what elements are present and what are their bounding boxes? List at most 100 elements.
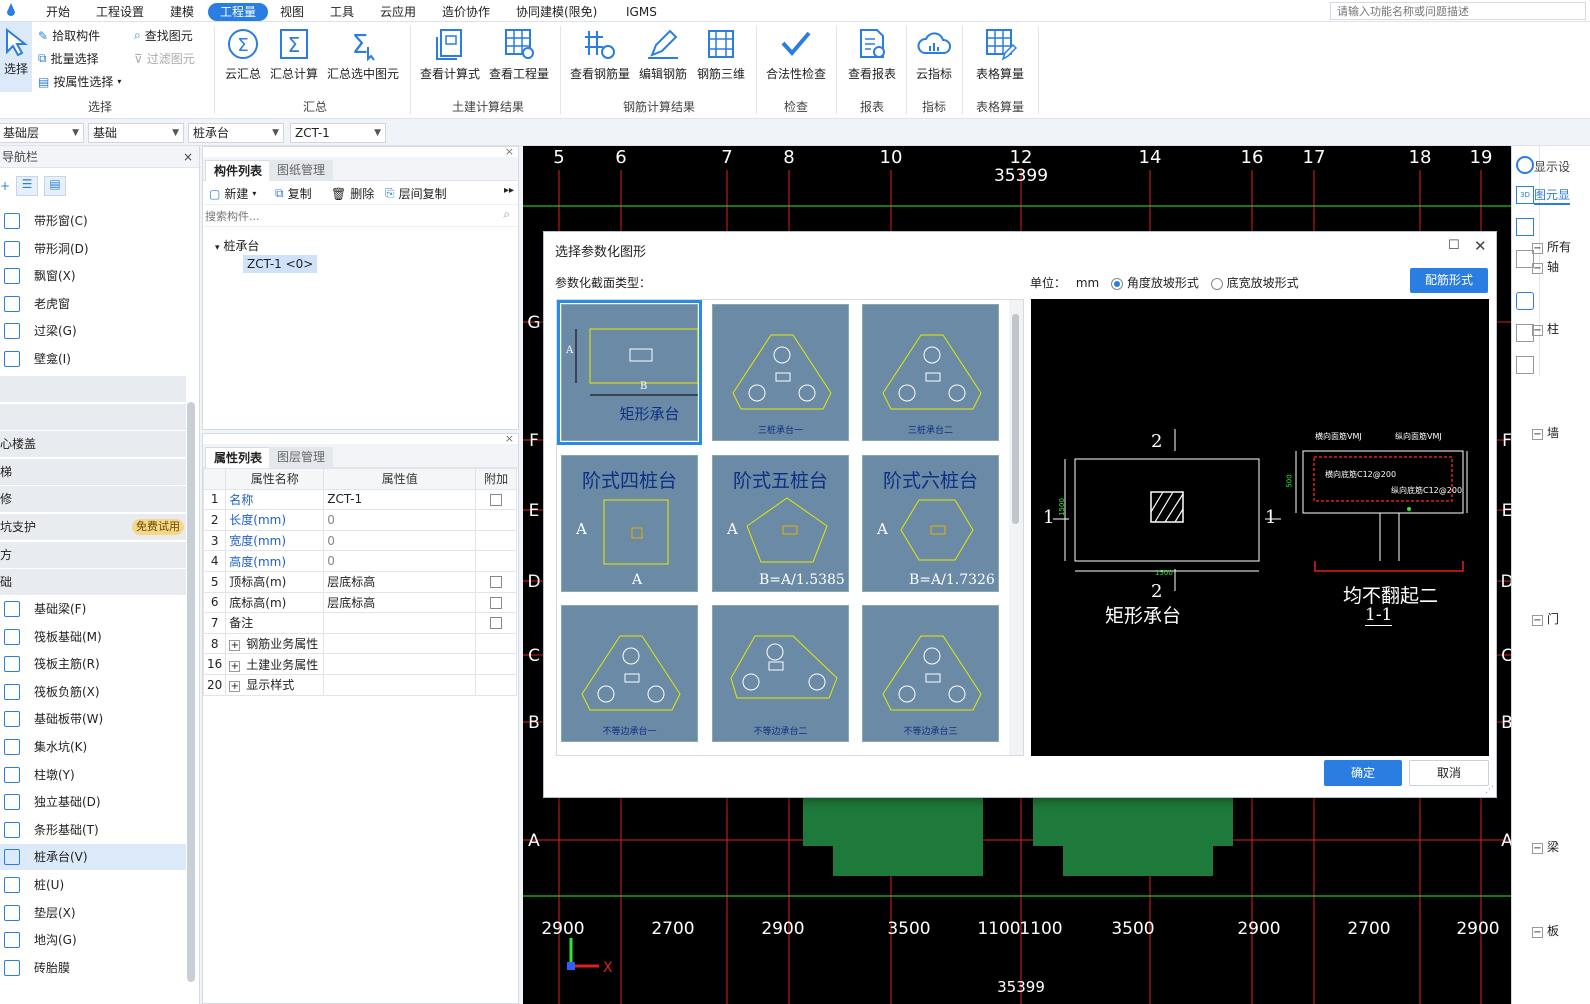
nav-item[interactable]: 带形洞(D) [0,236,186,262]
property-value[interactable]: 0 [323,529,477,552]
edit-rebar-button[interactable]: 编辑钢筋 [636,27,690,82]
radio-angle-slope[interactable] [1111,277,1124,290]
collapse-icon[interactable]: − [1532,325,1543,336]
display-item[interactable]: − 梁 [1532,838,1559,855]
property-row[interactable]: 6 底标高(m) 层底标高 [202,591,517,614]
display-item[interactable]: − 板 [1532,922,1559,939]
rebar-3d-button[interactable]: 钢筋三维 [694,27,748,82]
nav-category[interactable]: 梁 [0,376,186,402]
shape-thumb-tri1[interactable]: 三桩承台一 [712,304,849,441]
find-element-button[interactable]: ⌕ 查找图元 [134,27,193,44]
menu-igms[interactable]: IGMS [620,3,663,21]
shape-thumb-step5[interactable]: 阶式五桩台 A B=A/1.5385 [712,455,849,592]
menu-collab-modeling[interactable]: 协同建模(限免) [510,3,603,21]
nav-item[interactable]: 桩(U) [0,872,186,898]
radio-width-slope[interactable] [1210,277,1223,290]
menu-quantity[interactable]: 工程量 [208,3,269,21]
nav-item[interactable]: 壁龛(I) [0,346,186,372]
nav-item[interactable]: 集水坑(K) [0,734,186,760]
select-button[interactable]: 选择 [0,22,32,92]
property-row[interactable]: 16 + 土建业务属性 [202,653,517,675]
display-icon[interactable] [1516,356,1534,374]
menu-cost-collab[interactable]: 造价协作 [436,3,496,21]
nav-category[interactable]: 空心楼盖 [0,431,186,458]
attach-checkbox[interactable] [490,493,503,506]
legality-check-button[interactable]: 合法性检查 [764,27,828,82]
gallery-scrollbar-thumb[interactable] [1012,314,1019,524]
menu-modeling[interactable]: 建模 [164,3,200,21]
property-value[interactable] [323,632,477,655]
filter-element-button[interactable]: ⊽ 过滤图元 [134,50,195,67]
floor-copy-button[interactable]: ⎘ 层间复制 [385,185,447,202]
property-value[interactable] [323,673,477,696]
display-item[interactable]: − 轴 [1532,258,1559,275]
menu-project-settings[interactable]: 工程设置 [90,3,150,21]
collapse-icon[interactable]: − [1532,615,1543,626]
collapse-icon[interactable]: − [1532,429,1543,440]
nav-item[interactable]: 垫层(X) [0,900,186,926]
component-search-input[interactable] [205,207,495,225]
property-row[interactable]: 7 备注 [202,612,517,634]
nav-item[interactable]: 筏板基础(M) [0,624,186,650]
property-row[interactable]: 20 + 显示样式 [202,673,517,696]
close-icon[interactable]: × [183,146,193,168]
shape-thumb-rect[interactable]: 矩形承台 A B [557,300,702,445]
menu-tools[interactable]: 工具 [324,3,360,21]
copy-component-button[interactable]: ⧉ 复制 [275,185,312,202]
property-value[interactable]: ZCT-1 [323,488,477,511]
nav-category[interactable]: 板 [0,403,186,430]
floor-select[interactable]: 基础层 ▼ [0,123,84,143]
property-row[interactable]: 2 长度(mm) 0 [202,509,517,531]
nav-item[interactable]: 飘窗(X) [0,263,186,289]
layer-icon[interactable] [1516,292,1534,310]
nav-item[interactable]: 老虎窗 [0,291,186,317]
new-component-button[interactable]: ▢ 新建 ▾ [209,185,256,202]
tab-property-list[interactable]: 属性列表 [205,447,272,468]
attach-checkbox[interactable] [490,576,503,589]
ok-button[interactable]: 确定 [1324,760,1402,786]
gallery-scrollbar-track[interactable] [1009,300,1023,755]
shape-thumb-step4[interactable]: 阶式四桩台 A A [561,455,698,592]
tab-layer-manage[interactable]: 图层管理 [269,447,334,468]
nav-item[interactable]: 砖胎膜 [0,955,186,981]
resize-grip-icon[interactable]: ⋰ [1485,785,1494,795]
free-trial-badge[interactable]: 免费试用 [132,519,184,535]
type-select[interactable]: 桩承台 ▼ [188,123,284,143]
category-select[interactable]: 基础 ▼ [88,123,184,143]
expand-icon[interactable]: + [229,640,241,652]
display-item[interactable]: − 墙 [1532,424,1559,441]
display-item[interactable]: − 柱 [1532,320,1559,337]
view-quantity-button[interactable]: 查看工程量 [486,27,552,82]
nav-item[interactable]: 地沟(G) [0,927,186,953]
view-report-button[interactable]: 查看报表 [844,27,900,82]
nav-item[interactable]: 筏板负筋(X) [0,679,186,705]
menu-view[interactable]: 视图 [274,3,310,21]
nav-category[interactable]: 楼梯 [0,458,186,485]
detail-view-icon[interactable]: ▤ [44,176,66,196]
cloud-index-button[interactable]: 云指标 [912,27,956,82]
nav-category[interactable]: 装修 [0,486,186,513]
nav-item[interactable]: 带形窗(C) [0,208,186,234]
tab-drawing-manage[interactable]: 图纸管理 [269,160,334,181]
property-row[interactable]: 1 名称 ZCT-1 [202,488,517,511]
nav-item[interactable]: 基础板带(W) [0,706,186,732]
config-rebar-button[interactable]: 配筋形式 [1410,268,1488,293]
tree-node-parent[interactable]: ▾ 桩承台 [215,237,259,254]
shape-thumb-step6[interactable]: 阶式六桩台 A B=A/1.7326 [862,455,999,592]
shape-thumb-ueq1[interactable]: 不等边承台一 [561,605,698,742]
3d-view-icon[interactable]: 3D [1516,186,1534,204]
shape-thumb-ueq2[interactable]: 不等边承台二 [712,605,849,742]
property-value[interactable]: 层底标高 [323,570,477,593]
display-item[interactable]: − 门 [1532,610,1559,627]
nav-item[interactable]: 过梁(G) [0,318,186,344]
nav-item[interactable]: 柱墩(Y) [0,762,186,788]
display-item[interactable]: − 所有 [1532,238,1571,255]
tab-component-list[interactable]: 构件列表 [205,160,272,181]
attach-checkbox[interactable] [490,617,503,630]
tree-node-zct1[interactable]: ZCT-1 <0> [243,255,318,273]
property-row[interactable]: 3 宽度(mm) 0 [202,529,517,552]
maximize-icon[interactable]: ☐ [1448,238,1460,253]
collapse-icon[interactable]: − [1532,243,1543,254]
property-value[interactable] [323,612,477,634]
expand-icon[interactable]: + [229,681,241,693]
